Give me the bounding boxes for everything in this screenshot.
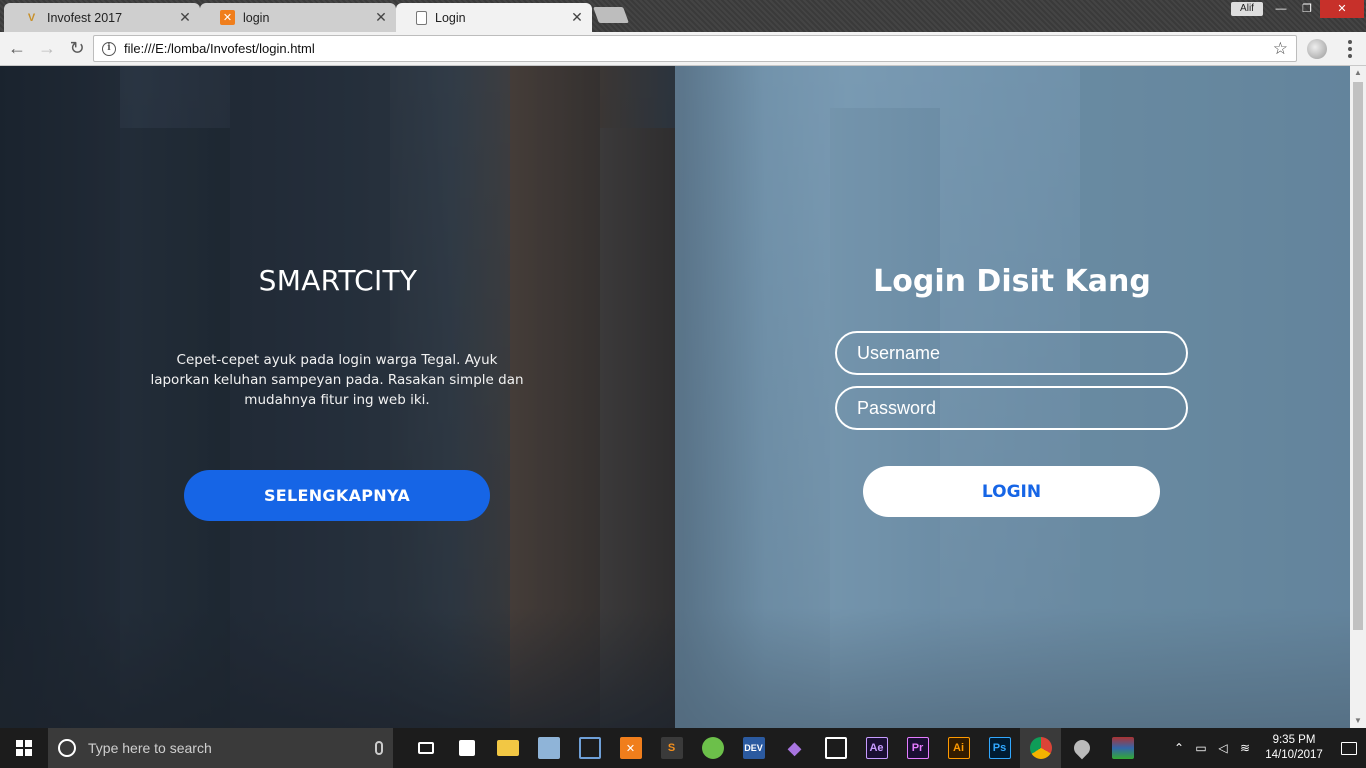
premiere-icon[interactable]: Pr — [897, 728, 938, 768]
drop-app-icon[interactable] — [1061, 728, 1102, 768]
windows-taskbar: Type here to search ✕ S DEV ◆ Ae Pr Ai P… — [0, 728, 1366, 768]
page-viewport: SMARTCITY Cepet-cepet ayuk pada login wa… — [0, 66, 1366, 728]
scroll-up-icon[interactable]: ▲ — [1350, 66, 1366, 80]
tab-label: Login — [435, 10, 466, 25]
after-effects-icon[interactable]: Ae — [856, 728, 897, 768]
store-icon[interactable] — [446, 728, 487, 768]
url-text[interactable]: file:///E:/lomba/Invofest/login.html — [124, 41, 1273, 56]
cortana-icon — [58, 739, 76, 757]
tab-invofest[interactable]: V Invofest 2017 ✕ — [4, 3, 200, 32]
task-view-icon[interactable] — [405, 728, 446, 768]
illustrator-icon[interactable]: Ai — [938, 728, 979, 768]
v-logo-icon: V — [27, 11, 36, 24]
browser-titlebar: V Invofest 2017 ✕ ✕ login ✕ Login ✕ Alif… — [0, 0, 1366, 32]
bookmark-star-icon[interactable]: ☆ — [1273, 39, 1288, 59]
video-editor-icon[interactable] — [815, 728, 856, 768]
battery-icon[interactable]: ▭ — [1190, 741, 1212, 755]
microphone-icon[interactable] — [375, 741, 383, 755]
android-studio-icon[interactable] — [692, 728, 733, 768]
clock-time: 9:35 PM — [1272, 734, 1316, 746]
username-input[interactable] — [835, 331, 1188, 375]
photoshop-icon[interactable]: Ps — [979, 728, 1020, 768]
login-button[interactable]: LOGIN — [863, 466, 1160, 517]
reload-icon[interactable]: ↻ — [64, 36, 90, 62]
minimize-icon[interactable]: — — [1268, 0, 1294, 18]
taskbar-apps: ✕ S DEV ◆ Ae Pr Ai Ps — [405, 728, 1143, 768]
wifi-icon[interactable]: ≋ — [1234, 741, 1256, 755]
scroll-down-icon[interactable]: ▼ — [1350, 714, 1366, 728]
forward-arrow-icon[interactable]: → — [34, 36, 60, 62]
extension-icon[interactable] — [1307, 39, 1327, 59]
back-arrow-icon[interactable]: ← — [4, 36, 30, 62]
smartcity-title: SMARTCITY — [258, 264, 418, 297]
xampp-icon[interactable]: ✕ — [610, 728, 651, 768]
box-app-icon[interactable] — [528, 728, 569, 768]
window-controls: — ❐ ✕ — [1268, 0, 1364, 18]
close-tab-icon[interactable]: ✕ — [570, 9, 584, 26]
close-window-icon[interactable]: ✕ — [1320, 0, 1364, 18]
login-title: Login Disit Kang — [873, 264, 1151, 299]
selengkapnya-button[interactable]: SELENGKAPNYA — [184, 470, 490, 521]
file-explorer-icon[interactable] — [487, 728, 528, 768]
restore-icon[interactable]: ❐ — [1294, 0, 1320, 18]
close-tab-icon[interactable]: ✕ — [374, 9, 388, 26]
virtualbox-icon[interactable] — [569, 728, 610, 768]
sublime-text-icon[interactable]: S — [651, 728, 692, 768]
chevron-up-icon[interactable]: ⌃ — [1168, 741, 1190, 755]
dev-cpp-icon[interactable]: DEV — [733, 728, 774, 768]
close-tab-icon[interactable]: ✕ — [178, 9, 192, 26]
search-placeholder: Type here to search — [88, 740, 212, 756]
clock-date: 14/10/2017 — [1265, 749, 1323, 761]
info-icon[interactable]: i — [102, 41, 116, 56]
tab-login-active[interactable]: Login ✕ — [396, 3, 592, 32]
menu-dots-icon[interactable] — [1342, 40, 1358, 58]
new-tab-button[interactable] — [593, 7, 629, 23]
profile-button[interactable]: Alif — [1231, 2, 1263, 16]
scrollbar-thumb[interactable] — [1353, 82, 1363, 630]
address-bar[interactable]: i file:///E:/lomba/Invofest/login.html ☆ — [93, 35, 1297, 62]
visual-studio-icon[interactable]: ◆ — [774, 728, 815, 768]
winrar-icon[interactable] — [1102, 728, 1143, 768]
tab-label: login — [243, 10, 270, 25]
intro-description: Cepet-cepet ayuk pada login warga Tegal.… — [150, 352, 524, 408]
tab-label: Invofest 2017 — [47, 10, 123, 25]
taskbar-search[interactable]: Type here to search — [48, 728, 393, 768]
page-icon — [416, 10, 427, 25]
page-scrollbar[interactable]: ▲ ▼ — [1350, 66, 1366, 728]
volume-icon[interactable]: ◁ — [1212, 741, 1234, 755]
system-tray: ⌃ ▭ ◁ ≋ 9:35 PM 14/10/2017 — [1168, 728, 1366, 768]
notification-icon[interactable] — [1332, 728, 1366, 768]
tab-login-xampp[interactable]: ✕ login ✕ — [200, 3, 396, 32]
xampp-icon: ✕ — [220, 10, 235, 25]
browser-toolbar: ← → ↻ i file:///E:/lomba/Invofest/login.… — [0, 32, 1366, 66]
clock[interactable]: 9:35 PM 14/10/2017 — [1256, 733, 1332, 763]
password-input[interactable] — [835, 386, 1188, 430]
chrome-icon[interactable] — [1020, 728, 1061, 768]
windows-logo-icon — [16, 740, 32, 756]
start-button[interactable] — [0, 728, 48, 768]
